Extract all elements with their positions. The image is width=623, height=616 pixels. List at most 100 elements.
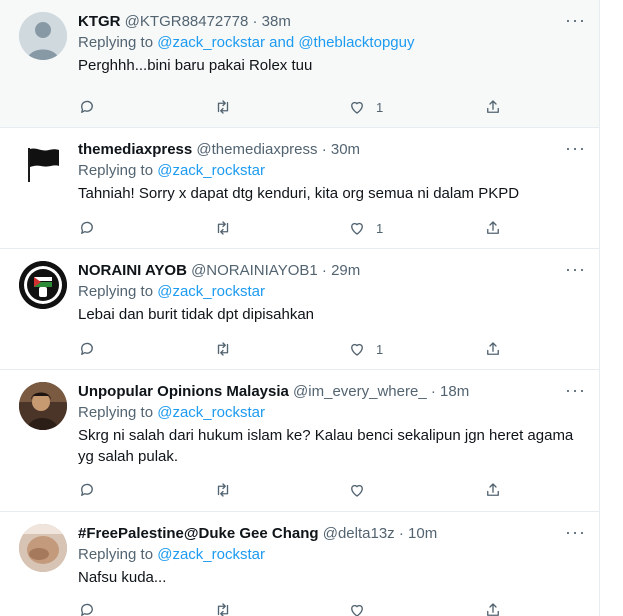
free-palestine-badge-icon [19,261,67,309]
share-button[interactable] [484,96,502,118]
timestamp[interactable]: 29m [331,262,360,279]
reply-button[interactable] [78,217,96,239]
replying-to-link[interactable]: @zack_rockstar [157,546,265,563]
replying-to-link[interactable]: @zack_rockstar [157,162,265,179]
replying-to: Replying to @zack_rockstar and @theblack… [78,33,414,53]
timestamp[interactable]: 30m [331,141,360,158]
timestamp[interactable]: 38m [262,13,291,30]
tweet-themediaxpress[interactable]: themediaxpress @themediaxpress · 30m ···… [0,128,599,249]
reply-button[interactable] [78,96,96,118]
replying-to: Replying to @zack_rockstar [78,403,265,423]
reply-button[interactable] [78,599,96,616]
handle[interactable]: @KTGR88472778 [125,13,249,30]
avatar-free-palestine-badge[interactable] [19,261,67,309]
avatar-default[interactable] [19,12,67,60]
display-name[interactable]: #FreePalestine@Duke Gee Chang [78,525,319,542]
like-button[interactable]: 1 [348,338,383,360]
tweet-actions: 1 [78,217,518,239]
profile-photo-icon [19,382,67,430]
share-button[interactable] [484,479,502,501]
tweet-text: Nafsu kuda... [78,569,167,586]
handle[interactable]: @delta13z [323,525,395,542]
replying-to: Replying to @zack_rockstar [78,161,265,181]
avatar-photo[interactable] [19,524,67,572]
replying-to-link[interactable]: @zack_rockstar and @theblacktopguy [157,34,414,51]
reply-icon [81,221,93,234]
share-button[interactable] [484,338,502,360]
tweet-header: KTGR @KTGR88472778 · 38m [78,12,291,32]
share-button[interactable] [484,217,502,239]
reply-button[interactable] [78,479,96,501]
retweet-icon [217,100,229,114]
tweet-ktgr[interactable]: KTGR @KTGR88472778 · 38m ··· Replying to… [0,0,599,128]
tweet-text: Skrg ni salah dari hukum islam ke? Kalau… [78,427,574,465]
like-count: 1 [376,341,384,357]
share-icon [487,483,499,496]
retweet-button[interactable] [214,479,232,501]
retweet-button[interactable] [214,217,232,239]
replying-prefix: Replying to [78,283,158,300]
handle[interactable]: @NORAINIAYOB1 [191,262,318,279]
display-name[interactable]: themediaxpress [78,141,192,158]
heart-icon [351,484,363,497]
like-count: 1 [376,99,384,115]
tweet-header: Unpopular Opinions Malaysia @im_every_wh… [78,382,469,402]
display-name[interactable]: KTGR [78,13,121,30]
handle[interactable]: @themediaxpress [196,141,317,158]
replying-prefix: Replying to [78,34,158,51]
replying-to-link[interactable]: @zack_rockstar [157,404,265,421]
handle[interactable]: @im_every_where_ [293,383,427,400]
tweet-unpopular-opinions-malaysia[interactable]: Unpopular Opinions Malaysia @im_every_wh… [0,370,599,512]
display-name[interactable]: Unpopular Opinions Malaysia [78,383,289,400]
more-icon[interactable]: ··· [565,522,586,542]
more-icon[interactable]: ··· [565,10,586,30]
share-icon [487,342,499,355]
replying-to-link[interactable]: @zack_rockstar [157,283,265,300]
display-name[interactable]: NORAINI AYOB [78,262,187,279]
separator: · [317,262,332,279]
tweet-duke-gee-chang[interactable]: #FreePalestine@Duke Gee Chang @delta13z … [0,512,599,616]
tweet-noraini-ayob[interactable]: NORAINI AYOB @NORAINIAYOB1 · 29m ··· Rep… [0,249,599,370]
reply-icon [81,342,93,355]
more-icon[interactable]: ··· [565,259,586,279]
like-count: 1 [376,220,384,236]
separator: · [394,525,409,542]
replying-prefix: Replying to [78,546,158,563]
retweet-icon [217,342,229,356]
like-button[interactable]: 1 [348,217,383,239]
default-avatar-icon [19,12,67,60]
timestamp[interactable]: 18m [440,383,469,400]
replying-prefix: Replying to [78,162,158,179]
avatar-photo[interactable] [19,382,67,430]
like-button[interactable] [348,479,376,501]
tweet-header: themediaxpress @themediaxpress · 30m [78,140,360,160]
like-button[interactable] [348,599,376,616]
retweet-icon [217,603,229,616]
replying-prefix: Replying to [78,404,158,421]
tweet-actions: 1 [78,338,518,360]
replying-to: Replying to @zack_rockstar [78,545,265,565]
separator: · [248,13,262,30]
retweet-button[interactable] [214,338,232,360]
avatar-black-flag[interactable] [19,140,67,188]
share-button[interactable] [484,599,502,616]
tweet-text: Tahniah! Sorry x dapat dtg kenduri, kita… [78,185,520,202]
retweet-icon [217,221,229,235]
black-flag-icon [28,148,59,182]
heart-icon [351,101,363,114]
retweet-button[interactable] [214,599,232,616]
tweet-actions [78,599,518,616]
timestamp[interactable]: 10m [408,525,437,542]
more-icon[interactable]: ··· [565,138,586,158]
heart-icon [351,604,363,616]
replying-to: Replying to @zack_rockstar [78,282,265,302]
separator: · [317,141,331,158]
reply-button[interactable] [78,338,96,360]
retweet-button[interactable] [214,96,232,118]
profile-photo-icon [19,524,67,572]
tweet-header: NORAINI AYOB @NORAINIAYOB1 · 29m [78,261,360,281]
tweet-actions [78,479,518,501]
more-icon[interactable]: ··· [565,380,586,400]
reply-feed: KTGR @KTGR88472778 · 38m ··· Replying to… [0,0,600,616]
like-button[interactable]: 1 [348,96,383,118]
